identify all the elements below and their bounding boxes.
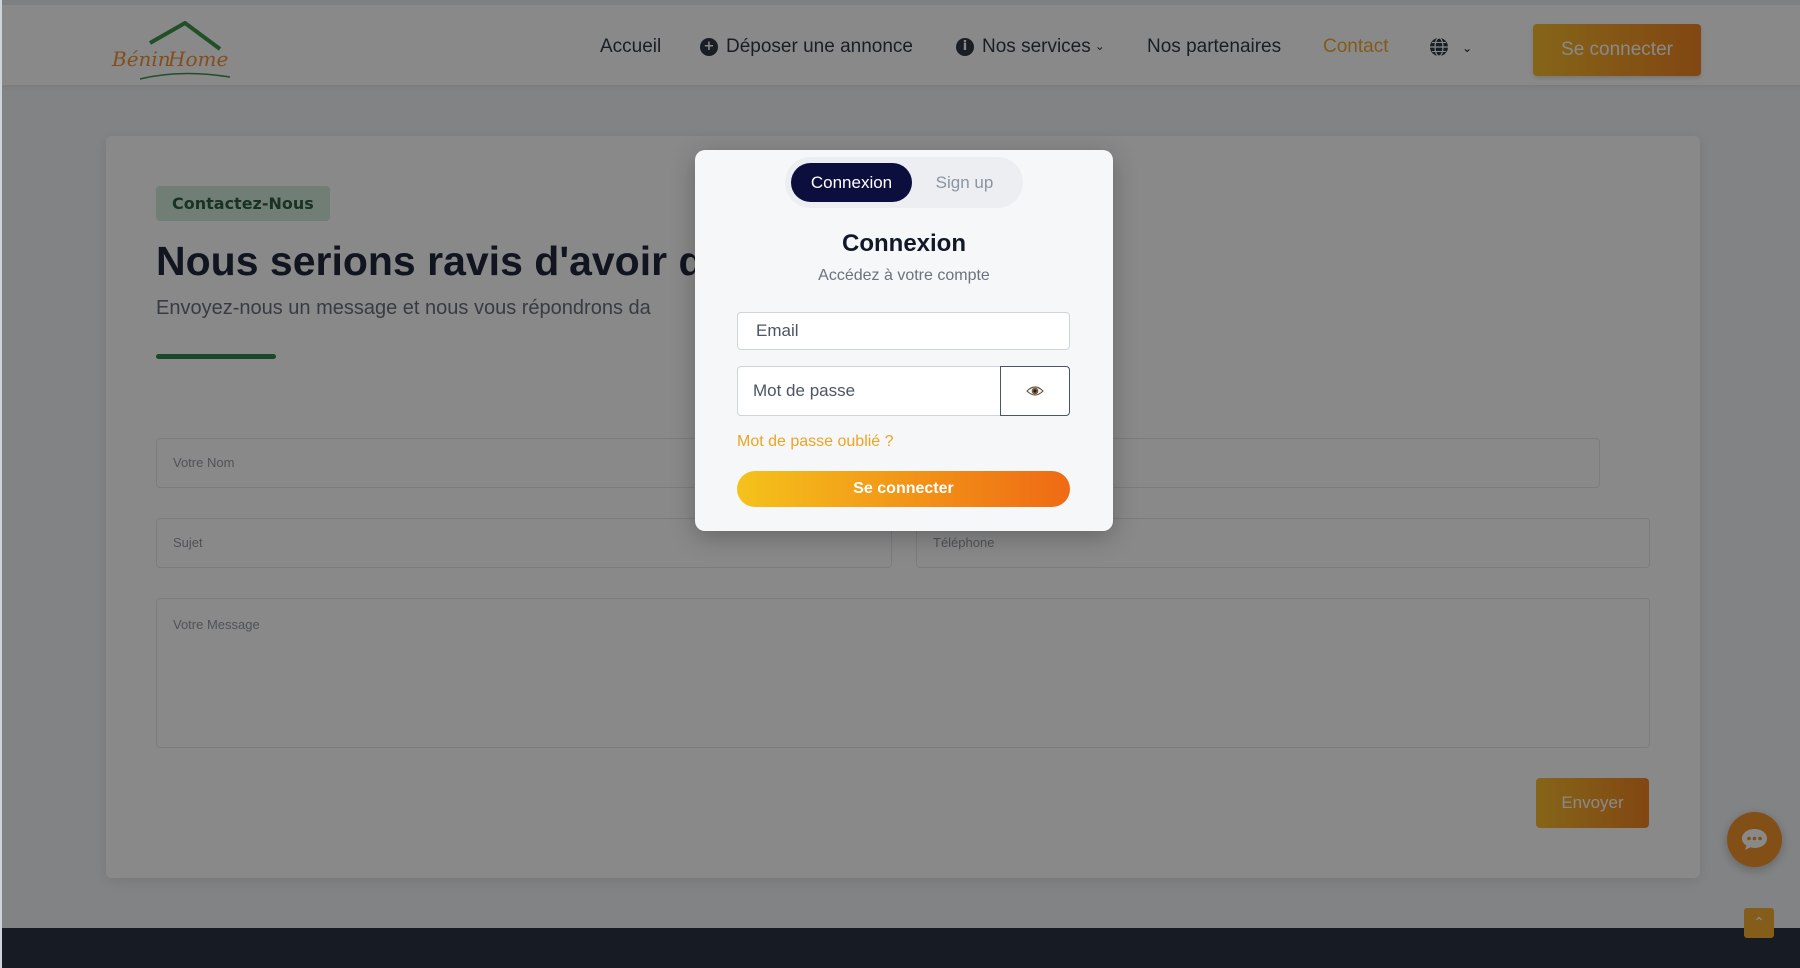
auth-tabs: Connexion Sign up (785, 157, 1023, 208)
eye-icon (1026, 386, 1044, 396)
toggle-password-button[interactable] (1000, 366, 1070, 416)
email-field[interactable]: Email (737, 312, 1070, 350)
tab-connexion[interactable]: Connexion (791, 163, 912, 202)
modal-title: Connexion (842, 230, 966, 257)
page: Bénin Home Accueil +Déposer une annonce … (0, 0, 1800, 968)
password-field[interactable]: Mot de passe (737, 366, 1001, 416)
login-modal: Connexion Sign up Connexion Accédez à vo… (695, 150, 1113, 531)
forgot-password-link[interactable]: Mot de passe oublié ? (737, 433, 894, 451)
tab-sign-up[interactable]: Sign up (912, 163, 1017, 202)
modal-subtitle: Accédez à votre compte (818, 267, 990, 284)
modal-login-button[interactable]: Se connecter (737, 471, 1070, 507)
